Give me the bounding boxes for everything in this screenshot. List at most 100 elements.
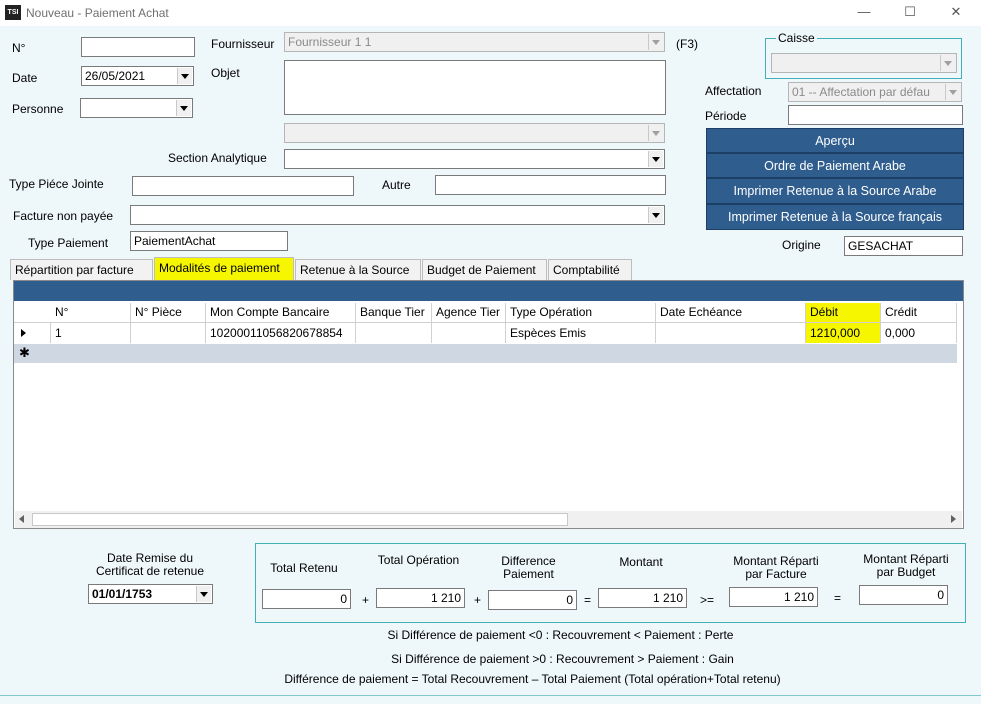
maximize-icon[interactable]: ☐ (903, 5, 917, 19)
col-header-agence[interactable]: Agence Tier (432, 303, 506, 323)
affectation-value: 01 -- Affectation par défau (792, 85, 930, 99)
difference-label: Difference Paiement (501, 554, 556, 581)
total-retenu-field: 0 (262, 589, 351, 609)
date-remise-label: Date Remise du Certificat de retenue (95, 551, 205, 578)
chevron-down-icon[interactable] (940, 55, 955, 71)
ordre-paiement-arabe-button[interactable]: Ordre de Paiement Arabe (706, 153, 964, 178)
chevron-down-icon[interactable] (648, 151, 663, 167)
tab-comptabilite[interactable]: Comptabilité (548, 259, 632, 280)
tab-budget[interactable]: Budget de Paiement (422, 259, 547, 280)
col-header-type-operation[interactable]: Type Opération (506, 303, 656, 323)
col-header-credit[interactable]: Crédit (881, 303, 957, 323)
personne-select[interactable] (80, 98, 193, 118)
autre-input[interactable] (435, 175, 666, 195)
cell-debit[interactable]: 1210,000 (806, 322, 881, 343)
origine-input[interactable]: GESACHAT (844, 236, 963, 256)
montant-label: Montant (619, 555, 663, 569)
fournisseur-select[interactable]: Fournisseur 1 1 (284, 32, 665, 52)
chevron-down-icon[interactable] (176, 100, 191, 116)
col-header-banque[interactable]: Banque Tier (356, 303, 432, 323)
title-bar: TSI Nouveau - Paiement Achat — ☐ ✕ (0, 0, 981, 26)
note-gain: Si Différence de paiement >0 : Recouvrem… (391, 652, 734, 666)
personne-label: Personne (12, 102, 64, 116)
horizontal-scrollbar[interactable] (15, 511, 962, 528)
retenue-source-francais-button[interactable]: Imprimer Retenue à la Source français (706, 204, 964, 230)
chevron-down-icon[interactable] (177, 68, 192, 84)
type-paiement-input[interactable]: PaiementAchat (130, 231, 288, 251)
chevron-down-icon[interactable] (196, 586, 211, 602)
caisse-label: Caisse (776, 31, 817, 45)
type-piece-input[interactable] (132, 176, 354, 196)
chevron-down-icon[interactable] (648, 207, 663, 223)
totals-group: Total Retenu 0 + Total Opération 1 210 +… (255, 543, 966, 623)
montant-field: 1 210 (598, 588, 687, 608)
minimize-icon[interactable]: — (857, 5, 871, 19)
new-row[interactable]: ✱ (14, 344, 957, 363)
type-piece-label: Type Piéce Jointe (9, 177, 104, 191)
col-header-debit[interactable]: Débit (806, 303, 881, 323)
cell-agence[interactable] (432, 322, 506, 343)
bottom-divider (0, 695, 981, 696)
row-selector[interactable] (14, 322, 51, 343)
col-header-date-echeance[interactable]: Date Echéance (656, 303, 806, 323)
montant-budget-label: Montant Réparti par Budget (863, 552, 949, 579)
row-pointer-icon (21, 329, 26, 337)
caisse-group: Caisse (765, 31, 962, 79)
ge-operator: >= (700, 593, 715, 607)
affectation-select[interactable]: 01 -- Affectation par défau (788, 82, 962, 102)
tab-repartition[interactable]: Répartition par facture (10, 259, 153, 280)
total-operation-field: 1 210 (376, 588, 465, 608)
section-select[interactable] (284, 149, 665, 169)
note-formule: Différence de paiement = Total Recouvrem… (284, 672, 781, 686)
grid-group-band (14, 281, 963, 301)
total-operation-label: Total Opération (377, 553, 460, 567)
cell-num[interactable]: 1 (51, 322, 131, 343)
f3-hint: (F3) (676, 37, 698, 51)
objet-textarea[interactable] (284, 60, 666, 115)
caisse-select[interactable] (771, 53, 957, 73)
paiement-grid: N° N° Pièce Mon Compte Bancaire Banque T… (13, 280, 964, 529)
chevron-down-icon[interactable] (945, 84, 960, 100)
montant-facture-field: 1 210 (729, 587, 818, 607)
date-remise-picker[interactable]: 01/01/1753 (88, 584, 213, 604)
scroll-right-icon[interactable] (951, 515, 956, 523)
col-header-piece[interactable]: N° Pièce (131, 303, 206, 323)
date-picker[interactable]: 26/05/2021 (81, 66, 194, 86)
cell-type-operation[interactable]: Espèces Emis (506, 322, 656, 343)
equals-operator: = (834, 591, 842, 605)
tab-retenue[interactable]: Retenue à la Source (295, 259, 421, 280)
difference-field: 0 (488, 590, 577, 610)
type-paiement-label: Type Paiement (28, 236, 109, 250)
retenue-source-arabe-button[interactable]: Imprimer Retenue à la Source Arabe (706, 178, 964, 204)
date-value: 26/05/2021 (85, 69, 146, 83)
new-row-icon: ✱ (19, 345, 30, 360)
close-icon[interactable]: ✕ (949, 5, 963, 19)
fournisseur-label: Fournisseur (211, 37, 275, 51)
plus-operator: + (474, 593, 482, 607)
cell-banque[interactable] (356, 322, 432, 343)
num-input[interactable] (81, 37, 195, 57)
scroll-thumb[interactable] (32, 513, 568, 526)
cell-piece[interactable] (131, 322, 206, 343)
cell-credit[interactable]: 0,000 (881, 322, 957, 343)
apercu-button[interactable]: Aperçu (706, 128, 964, 153)
analytique-select[interactable] (284, 123, 665, 143)
affectation-label: Affectation (705, 84, 762, 98)
app-logo: TSI (5, 5, 21, 20)
chevron-down-icon[interactable] (648, 125, 663, 141)
chevron-down-icon[interactable] (648, 34, 663, 50)
objet-label: Objet (211, 66, 240, 80)
section-label: Section Analytique (168, 151, 267, 165)
col-header-num[interactable]: N° (51, 303, 131, 323)
cell-date-echeance[interactable] (656, 322, 806, 343)
montant-budget-field: 0 (859, 585, 948, 605)
periode-input[interactable] (788, 105, 963, 125)
fournisseur-value: Fournisseur 1 1 (288, 35, 372, 49)
window-title: Nouveau - Paiement Achat (26, 6, 169, 20)
tab-modalites[interactable]: Modalités de paiement (154, 257, 294, 280)
cell-compte[interactable]: 10200011056820678854 (206, 322, 356, 343)
scroll-left-icon[interactable] (19, 515, 24, 523)
facture-select[interactable] (130, 205, 665, 225)
note-perte: Si Différence de paiement <0 : Recouvrem… (387, 628, 734, 642)
col-header-compte[interactable]: Mon Compte Bancaire (206, 303, 356, 323)
